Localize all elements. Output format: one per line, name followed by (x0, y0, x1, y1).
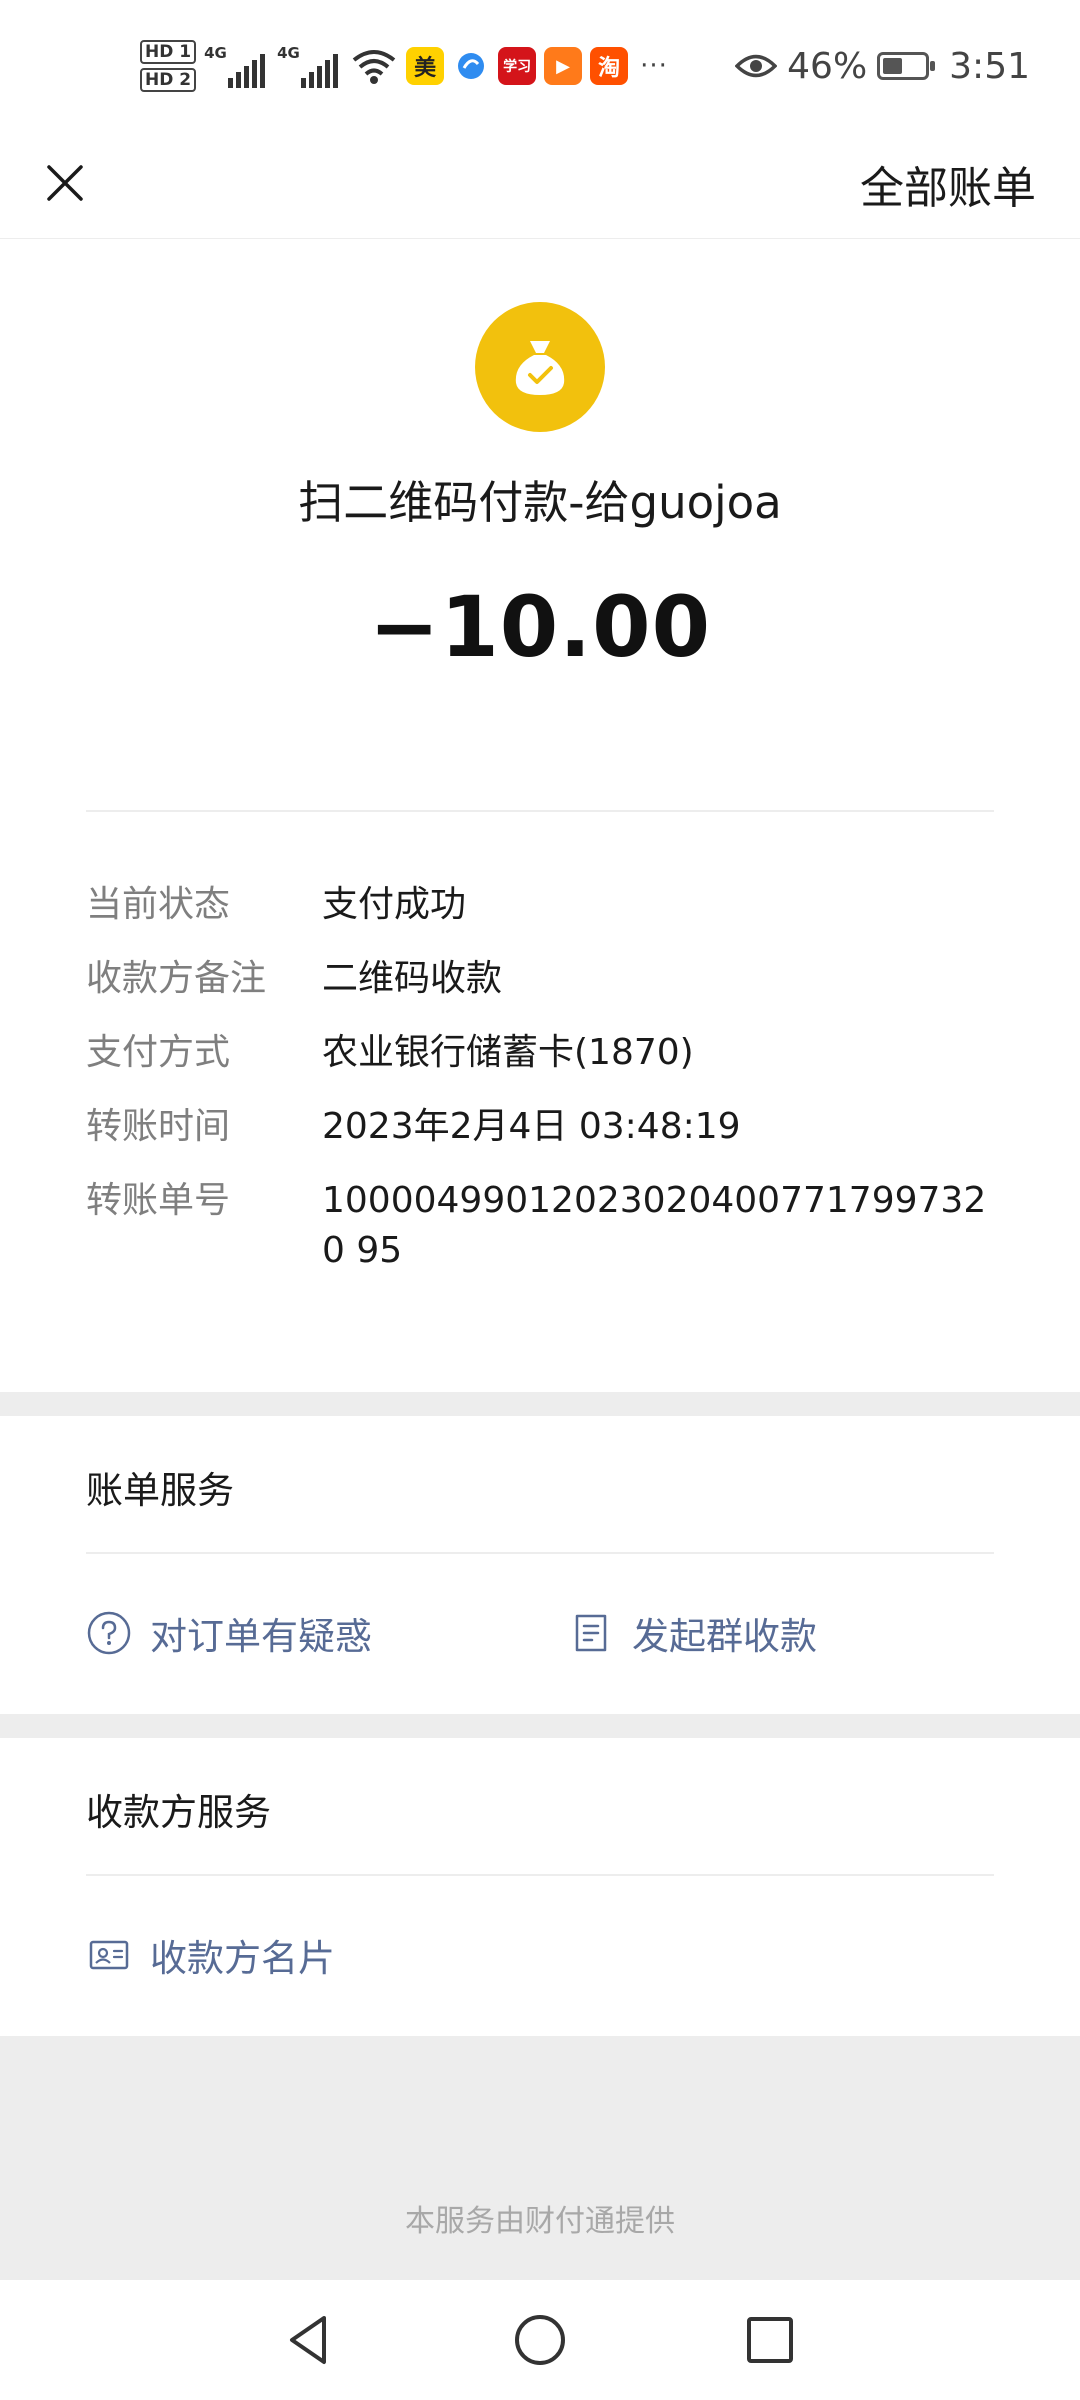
battery-percent: 46% (787, 45, 868, 87)
detail-label: 收款方备注 (86, 958, 267, 999)
sim2-label: HD 2 (140, 68, 197, 92)
transaction-amount: −10.00 (368, 578, 712, 676)
detail-row: 当前状态 支付成功 (86, 880, 1000, 930)
all-bills-link[interactable]: 全部账单 (860, 152, 1036, 216)
order-question-link[interactable]: 对订单有疑惑 (86, 1606, 372, 1660)
contact-card-icon (89, 1940, 129, 1970)
more-notifications-icon: ··· (640, 51, 668, 81)
eye-comfort-icon (735, 54, 778, 78)
divider (86, 1552, 994, 1554)
detail-value: 支付成功 (322, 884, 467, 925)
video-icon: ▶ (544, 47, 583, 85)
order-question-label: 对订单有疑惑 (150, 1615, 372, 1658)
footer-text: 本服务由财付通提供 (405, 2204, 675, 2239)
browser-icon (452, 47, 490, 85)
back-triangle-icon (290, 2316, 326, 2364)
sim-indicators: HD 1 HD 2 (140, 40, 197, 92)
network-type-label: 4G (204, 44, 227, 62)
transaction-title: 扫二维码付款-给guojoa (298, 476, 782, 529)
payee-service-title: 收款方服务 (86, 1791, 271, 1834)
section-gap (0, 1392, 1080, 1416)
status-bar: HD 1 HD 2 4G 4G 美 学习 ▶ 淘 ··· 46% 3:51 (0, 0, 1080, 130)
signal-icon: 4G (277, 44, 339, 88)
detail-label: 转账时间 (86, 1106, 231, 1147)
sim1-label: HD 1 (140, 40, 197, 64)
money-bag-icon (475, 302, 605, 432)
close-button[interactable] (30, 148, 100, 218)
divider (86, 1874, 994, 1876)
home-button[interactable] (510, 2310, 570, 2370)
detail-value: 农业银行储蓄卡(1870) (322, 1032, 694, 1073)
detail-row: 转账时间 2023年2月4日 03:48:19 (86, 1102, 1000, 1152)
recents-square-icon (747, 2317, 793, 2363)
back-button[interactable] (280, 2310, 340, 2370)
meituan-icon: 美 (406, 47, 445, 85)
taobao-icon: 淘 (590, 47, 629, 85)
group-collection-link[interactable]: 发起群收款 (568, 1606, 817, 1660)
divider (86, 810, 994, 812)
close-icon (47, 165, 83, 201)
detail-label: 支付方式 (86, 1032, 231, 1073)
battery-fill (883, 58, 902, 74)
network-type-label: 4G (277, 44, 300, 62)
group-collection-label: 发起群收款 (632, 1615, 817, 1658)
system-navigation-bar (0, 2280, 1080, 2400)
detail-row: 转账单号 100004990120230204007717997320 95 (86, 1176, 1000, 1276)
payee-card-link[interactable]: 收款方名片 (86, 1928, 335, 1982)
signal-icon: 4G (204, 44, 266, 88)
transaction-number: 100004990120230204007717997320 95 (322, 1180, 987, 1271)
detail-value: 2023年2月4日 03:48:19 (322, 1106, 741, 1147)
section-gap (0, 1714, 1080, 1738)
home-circle-icon (515, 2315, 565, 2365)
top-nav: 全部账单 (0, 130, 1080, 239)
footer: 本服务由财付通提供 (0, 2036, 1080, 2280)
receipt-icon (575, 1614, 607, 1652)
detail-label: 转账单号 (86, 1180, 231, 1221)
payee-card-label: 收款方名片 (150, 1937, 335, 1980)
wifi-icon (352, 50, 396, 84)
detail-row: 支付方式 农业银行储蓄卡(1870) (86, 1028, 1000, 1078)
bill-service-title: 账单服务 (86, 1469, 234, 1512)
xuexi-icon: 学习 (498, 47, 537, 85)
clock: 3:51 (949, 45, 1030, 87)
question-circle-icon (87, 1611, 131, 1655)
detail-value: 二维码收款 (322, 958, 503, 999)
detail-list: 当前状态 支付成功 收款方备注 二维码收款 支付方式 农业银行储蓄卡(1870)… (86, 880, 1000, 1300)
battery-icon (877, 52, 936, 80)
detail-row: 收款方备注 二维码收款 (86, 954, 1000, 1004)
recents-button[interactable] (740, 2310, 800, 2370)
detail-label: 当前状态 (86, 884, 231, 925)
